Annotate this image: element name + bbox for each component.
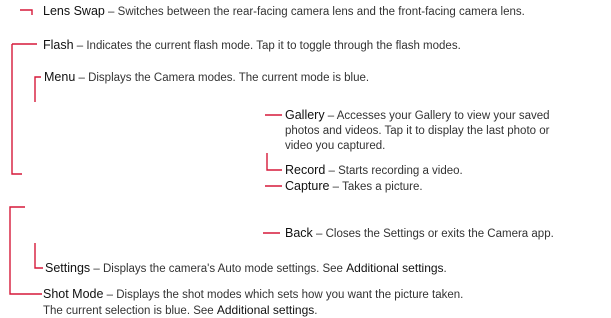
- capture-desc: – Takes a picture.: [329, 181, 423, 193]
- gallery-desc-line3: video you captured.: [285, 140, 386, 152]
- flash-term: Flash: [43, 38, 74, 52]
- shot-mode-desc-line1: – Displays the shot modes which sets how…: [103, 289, 464, 301]
- back-callout: Back – Closes the Settings or exits the …: [285, 226, 554, 241]
- menu-term: Menu: [44, 70, 76, 84]
- shot-mode-term: Shot Mode: [43, 287, 104, 301]
- record-term: Record: [285, 163, 326, 177]
- gallery-term: Gallery: [285, 108, 325, 122]
- gallery-desc-line1: – Accesses your Gallery to view your sav…: [324, 110, 550, 122]
- lens-swap-desc: – Switches between the rear-facing camer…: [104, 6, 525, 18]
- settings-desc: – Displays the camera's Auto mode settin…: [90, 263, 347, 275]
- shot-mode-tail: .: [314, 305, 318, 317]
- back-term: Back: [285, 226, 313, 240]
- flash-desc: – Indicates the current flash mode. Tap …: [73, 40, 461, 52]
- shot-mode-additional-link[interactable]: Additional settings: [217, 303, 314, 317]
- flash-callout: Flash – Indicates the current flash mode…: [43, 38, 461, 53]
- gallery-desc-line2: photos and videos. Tap it to display the…: [285, 125, 550, 137]
- menu-callout: Menu – Displays the Camera modes. The cu…: [44, 70, 369, 85]
- menu-leader: [34, 76, 41, 102]
- settings-callout: Settings – Displays the camera's Auto mo…: [45, 261, 447, 276]
- record-leader: [266, 153, 282, 171]
- record-callout: Record – Starts recording a video.: [285, 163, 463, 178]
- menu-desc: – Displays the Camera modes. The current…: [75, 72, 370, 84]
- record-desc: – Starts recording a video.: [325, 165, 463, 177]
- settings-tail: .: [443, 263, 447, 275]
- flash-leader: [11, 44, 22, 175]
- shot-mode-callout: Shot Mode – Displays the shot modes whic…: [43, 287, 463, 318]
- gallery-callout: Gallery – Accesses your Gallery to view …: [285, 108, 550, 153]
- settings-term: Settings: [45, 261, 91, 275]
- settings-additional-link[interactable]: Additional settings: [346, 261, 443, 275]
- capture-term: Capture: [285, 179, 330, 193]
- lens-swap-term: Lens Swap: [43, 4, 105, 18]
- capture-callout: Capture – Takes a picture.: [285, 179, 423, 194]
- lens-swap-callout: Lens Swap – Switches between the rear-fa…: [43, 4, 525, 19]
- lens-swap-leader: [20, 9, 33, 15]
- shot-mode-leader: [9, 206, 42, 295]
- back-desc: – Closes the Settings or exits the Camer…: [312, 228, 554, 240]
- settings-leader: [34, 243, 43, 269]
- shot-mode-desc-line2: The current selection is blue. See: [43, 305, 217, 317]
